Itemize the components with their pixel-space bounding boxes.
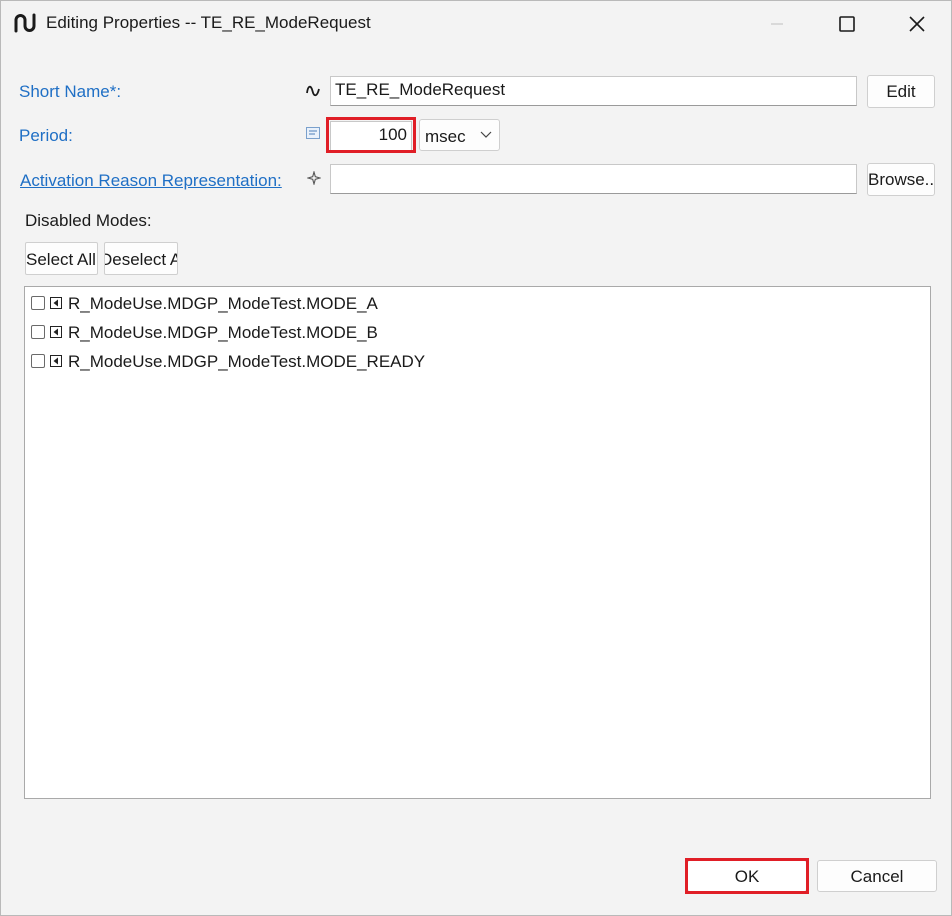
- activation-reason-input[interactable]: [330, 164, 857, 194]
- window-title: Editing Properties -- TE_RE_ModeRequest: [46, 13, 371, 32]
- mode-port-icon: [50, 297, 62, 309]
- star-icon: [307, 171, 321, 185]
- edit-button[interactable]: Edit: [867, 75, 935, 108]
- minimize-button[interactable]: [757, 9, 797, 39]
- number-field-icon: [306, 127, 320, 139]
- ok-button[interactable]: OK: [687, 860, 807, 892]
- close-icon: [909, 16, 925, 32]
- period-label: Period:: [19, 126, 73, 145]
- mode-checkbox[interactable]: [31, 325, 45, 339]
- editing-properties-dialog: Editing Properties -- TE_RE_ModeRequest …: [0, 0, 952, 916]
- select-all-button[interactable]: Select All: [25, 242, 98, 275]
- browse-button[interactable]: Browse...: [867, 163, 935, 196]
- period-input[interactable]: 100: [330, 121, 412, 151]
- mode-checkbox[interactable]: [31, 354, 45, 368]
- mode-label: R_ModeUse.MDGP_ModeTest.MODE_READY: [68, 352, 426, 371]
- period-unit-value: msec: [425, 127, 466, 146]
- short-name-input[interactable]: TE_RE_ModeRequest: [330, 76, 857, 106]
- cancel-button[interactable]: Cancel: [817, 860, 937, 892]
- minimize-icon: [771, 23, 783, 25]
- signal-wave-icon: [306, 85, 320, 97]
- mode-label: R_ModeUse.MDGP_ModeTest.MODE_A: [68, 294, 378, 313]
- activation-reason-link[interactable]: Activation Reason Representation:: [20, 171, 282, 191]
- deselect-all-button[interactable]: Deselect A: [104, 242, 178, 275]
- mode-port-icon: [50, 355, 62, 367]
- mode-port-icon: [50, 326, 62, 338]
- maximize-icon: [839, 16, 855, 32]
- maximize-button[interactable]: [827, 9, 867, 39]
- short-name-label: Short Name*:: [19, 82, 122, 101]
- signal-wave-icon: [14, 13, 36, 33]
- disabled-modes-list: R_ModeUse.MDGP_ModeTest.MODE_A R_ModeUse…: [24, 286, 931, 799]
- mode-label: R_ModeUse.MDGP_ModeTest.MODE_B: [68, 323, 378, 342]
- title-bar: Editing Properties -- TE_RE_ModeRequest: [1, 1, 951, 47]
- mode-checkbox[interactable]: [31, 296, 45, 310]
- period-unit-select[interactable]: msec: [419, 119, 500, 151]
- disabled-modes-label: Disabled Modes:: [25, 211, 152, 230]
- chevron-down-icon: [480, 131, 492, 138]
- close-button[interactable]: [897, 9, 937, 39]
